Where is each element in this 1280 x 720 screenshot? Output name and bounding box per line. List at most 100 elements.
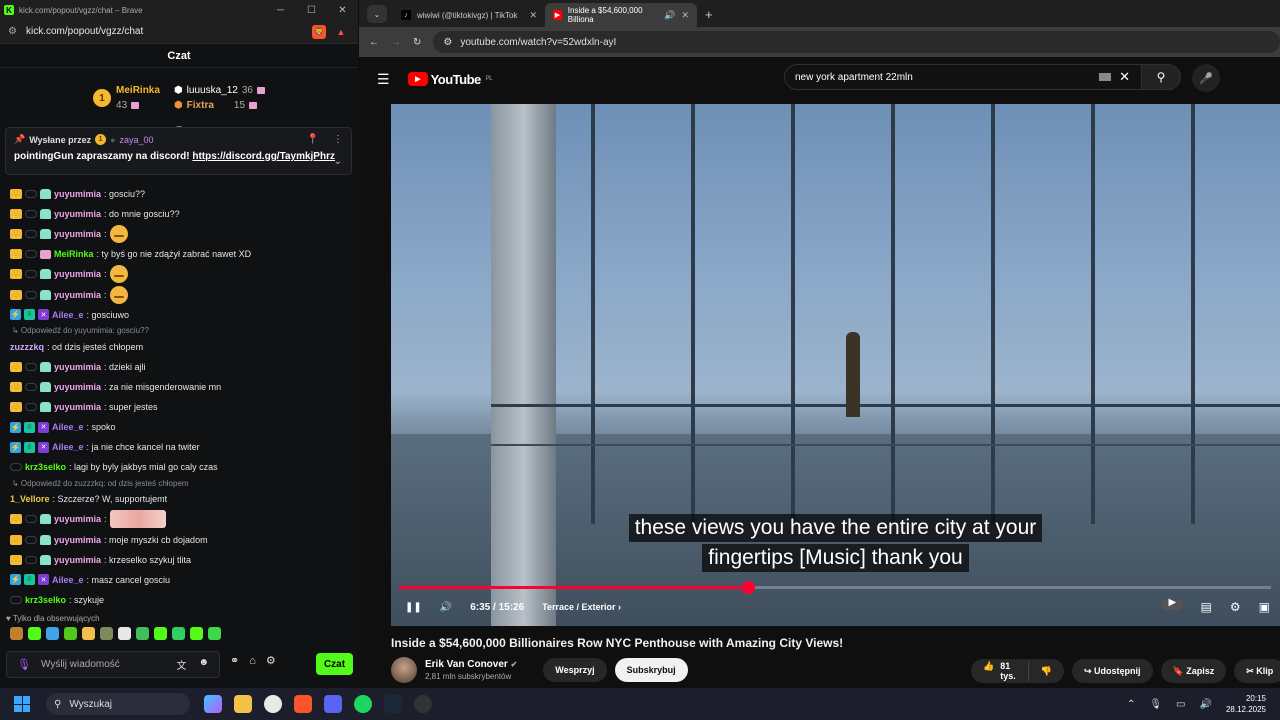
chat-input[interactable]: 🎙 Wyślij wiadomość 文 ☻ xyxy=(6,651,220,678)
chat-username[interactable]: yuyumimia xyxy=(54,229,101,239)
emote-icon[interactable] xyxy=(190,627,203,640)
emote-icon[interactable] xyxy=(172,627,185,640)
leader-third-name[interactable]: Fixtra xyxy=(187,100,214,111)
pause-icon[interactable]: ❚❚ xyxy=(405,602,422,613)
tab-youtube[interactable]: ▶ Inside a $54,600,000 Billiona 🔊 ✕ xyxy=(545,3,697,27)
subscribe-button[interactable]: Subskrybuj xyxy=(614,658,688,682)
emoji-picker-icon[interactable]: ☻ xyxy=(198,657,209,672)
tray-chevron-icon[interactable]: ⌃ xyxy=(1127,699,1135,710)
like-button[interactable]: 👍 81 tys. xyxy=(971,661,1029,681)
close-tab-icon[interactable]: ✕ xyxy=(529,10,537,21)
clip-button[interactable]: ✂ Klip xyxy=(1234,659,1280,683)
youtube-logo[interactable]: ▶ YouTube PL xyxy=(407,72,493,87)
forward-icon[interactable]: → xyxy=(391,37,401,48)
brave-shields-icon[interactable]: 🦁 xyxy=(312,24,326,39)
chat-username[interactable]: yuyumimia xyxy=(54,402,101,412)
save-button[interactable]: 🔖 Zapisz xyxy=(1160,659,1227,683)
send-chat-button[interactable]: Czat xyxy=(316,653,353,675)
dislike-button[interactable]: 👎 xyxy=(1029,666,1064,677)
gift-subs-icon[interactable]: ⚭ xyxy=(230,654,239,667)
miniplayer-icon[interactable]: ▣ xyxy=(1259,600,1270,614)
close-button[interactable]: ✕ xyxy=(327,5,358,16)
video-player[interactable]: these views you have the entire city at … xyxy=(391,104,1280,626)
chrome-icon[interactable] xyxy=(264,695,282,713)
chat-username[interactable]: yuyumimia xyxy=(54,514,101,524)
chat-username[interactable]: yuyumimia xyxy=(54,382,101,392)
emote-icon[interactable] xyxy=(100,627,113,640)
chat-username[interactable]: yuyumimia xyxy=(54,209,101,219)
reply-context[interactable]: ↳ Odpowiedź do zuzzzkq: od dzis jesteś c… xyxy=(0,477,358,489)
chat-username[interactable]: krz3selko xyxy=(25,462,66,472)
file-explorer-icon[interactable] xyxy=(234,695,252,713)
start-button[interactable] xyxy=(14,696,30,712)
network-icon[interactable]: ▭ xyxy=(1176,699,1185,710)
clock[interactable]: 20:15 28.12.2025 xyxy=(1226,693,1266,715)
tab-search-icon[interactable]: ⌄ xyxy=(367,5,387,23)
channel-avatar[interactable] xyxy=(391,657,417,683)
leader-second-name[interactable]: luuuska_12 xyxy=(187,85,238,96)
microphone-tray-icon[interactable]: 🎙 xyxy=(1149,699,1162,710)
chat-username[interactable]: Ailee_e xyxy=(52,575,84,585)
share-button[interactable]: ↪ Udostępnij xyxy=(1071,659,1153,683)
chat-username[interactable]: yuyumimia xyxy=(54,555,101,565)
chat-settings-icon[interactable]: ⚙ xyxy=(266,654,276,667)
emote-icon[interactable] xyxy=(64,627,77,640)
emote-icon[interactable] xyxy=(118,627,131,640)
chapter-button[interactable]: Terrace / Exterior › xyxy=(542,602,621,612)
close-tab-icon[interactable]: ✕ xyxy=(681,10,689,21)
emote-icon[interactable] xyxy=(154,627,167,640)
translate-icon[interactable]: 文 xyxy=(176,657,186,672)
discord-icon[interactable] xyxy=(324,695,342,713)
chat-username[interactable]: yuyumimia xyxy=(54,189,101,199)
chat-username[interactable]: yuyumimia xyxy=(54,290,101,300)
search-input[interactable]: new york apartment 22mln ✕ xyxy=(784,64,1143,90)
pinned-sender[interactable]: zaya_00 xyxy=(120,135,154,145)
chat-username[interactable]: yuyumimia xyxy=(54,535,101,545)
brave-rewards-icon[interactable]: ▲ xyxy=(334,25,348,39)
chat-username[interactable]: Ailee_e xyxy=(52,422,84,432)
chat-username[interactable]: Ailee_e xyxy=(52,442,84,452)
chat-username[interactable]: 1_Vellore xyxy=(10,494,50,504)
tab-tiktok[interactable]: ♪ wiwiwi (@tiktokivgz) | TikTok ✕ xyxy=(393,3,545,27)
subtitles-icon[interactable]: ▤ xyxy=(1201,600,1212,614)
maximize-button[interactable]: ☐ xyxy=(296,5,327,16)
autoplay-toggle[interactable] xyxy=(1160,597,1183,610)
audio-playing-icon[interactable]: 🔊 xyxy=(664,10,675,21)
emote-icon[interactable] xyxy=(82,627,95,640)
more-options-icon[interactable]: ⋮ xyxy=(333,134,343,145)
chat-username[interactable]: yuyumimia xyxy=(54,362,101,372)
volume-icon[interactable]: 🔊 xyxy=(440,602,452,613)
emote-icon[interactable] xyxy=(208,627,221,640)
keyboard-icon[interactable] xyxy=(1099,73,1112,81)
emote-icon[interactable] xyxy=(46,627,59,640)
address-bar[interactable]: ⚙ kick.com/popout/vgzz/chat 🦁 ▲ xyxy=(0,20,358,44)
site-info-icon[interactable]: ⚙ xyxy=(443,37,452,48)
reload-icon[interactable]: ↻ xyxy=(413,37,421,48)
chat-username[interactable]: MeiRinka xyxy=(54,249,94,259)
taskbar-search[interactable]: ⚲ Wyszukaj xyxy=(46,693,190,715)
steam-icon[interactable] xyxy=(384,695,402,713)
back-icon[interactable]: ← xyxy=(369,37,379,48)
microphone-icon[interactable]: 🎙 xyxy=(17,658,31,671)
settings-icon[interactable]: ⚙ xyxy=(1230,600,1241,614)
unpin-icon[interactable]: 📍 xyxy=(307,134,319,145)
chat-username[interactable]: zuzzzkq xyxy=(10,342,44,352)
emote-icon[interactable] xyxy=(28,627,41,640)
leader-first-name[interactable]: MeiRinka xyxy=(116,85,160,96)
spotify-icon[interactable] xyxy=(354,695,372,713)
channel-name[interactable]: Erik Van Conover xyxy=(425,659,508,670)
chat-username[interactable]: Ailee_e xyxy=(52,310,84,320)
menu-icon[interactable]: ☰ xyxy=(377,71,390,88)
emote-icon[interactable] xyxy=(136,627,149,640)
volume-tray-icon[interactable]: 🔊 xyxy=(1200,699,1212,710)
chevron-down-icon[interactable]: ⌄ xyxy=(334,156,342,167)
chat-username[interactable]: krz3selko xyxy=(25,595,66,605)
clear-search-icon[interactable]: ✕ xyxy=(1119,69,1130,85)
search-button[interactable]: ⚲ xyxy=(1141,64,1181,90)
chat-username[interactable]: yuyumimia xyxy=(54,269,101,279)
emote-icon[interactable] xyxy=(10,627,23,640)
support-button[interactable]: Wesprzyj xyxy=(543,658,607,682)
discord-link[interactable]: https://discord.gg/TaymkjPhrz xyxy=(192,151,335,162)
address-bar[interactable]: ⚙ youtube.com/watch?v=52wdxln-ayI xyxy=(433,31,1280,53)
reply-context[interactable]: ↳ Odpowiedź do yuyumimia: gosciu?? xyxy=(0,325,358,337)
